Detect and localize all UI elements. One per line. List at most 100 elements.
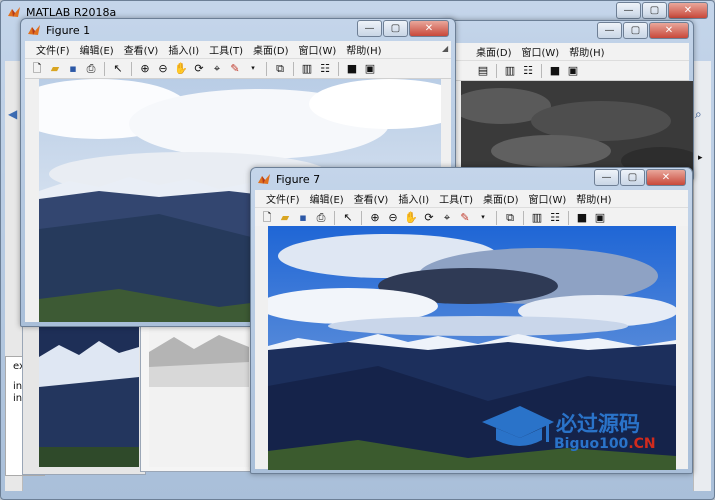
maximize-button[interactable]: ▢ <box>623 22 648 39</box>
main-chevron-icon[interactable]: ▸ <box>698 153 703 163</box>
main-window-title: MATLAB R2018a <box>26 5 117 19</box>
save-icon[interactable]: ▪ <box>65 61 81 77</box>
link-plot-icon[interactable]: ⧉ <box>502 210 518 226</box>
pan-icon[interactable]: ✋ <box>403 210 419 226</box>
legend-icon[interactable]: ☷ <box>520 63 536 79</box>
new-figure-icon[interactable]: 🗋 <box>29 61 45 77</box>
data-cursor-icon[interactable]: ⌖ <box>209 61 225 77</box>
hide-tools-icon[interactable]: ■ <box>547 63 563 79</box>
menu-help[interactable]: 帮助(H) <box>341 42 386 57</box>
menu-desktop[interactable]: 桌面(D) <box>478 191 524 206</box>
main-back-arrow-icon[interactable]: ◀ <box>8 107 17 121</box>
main-caption-buttons: — ▢ ✕ <box>616 2 708 19</box>
brush-icon[interactable]: ✎ <box>227 61 243 77</box>
brush-dropdown-icon[interactable]: ▾ <box>475 210 491 226</box>
menu-insert[interactable]: 插入(I) <box>393 191 434 206</box>
menu-desktop[interactable]: 桌面(D) <box>471 44 517 59</box>
edit-plot-icon[interactable]: ↖ <box>110 61 126 77</box>
brush-dropdown-icon[interactable]: ▾ <box>245 61 261 77</box>
maximize-icon: ▢ <box>390 23 401 34</box>
menu-tools[interactable]: 工具(T) <box>434 191 478 206</box>
main-search-icon[interactable]: ⌕ <box>695 107 702 122</box>
menu-edit[interactable]: 编辑(E) <box>305 191 349 206</box>
menu-edit[interactable]: 编辑(E) <box>75 42 119 57</box>
rotate-3d-icon[interactable]: ⟳ <box>191 61 207 77</box>
maximize-icon: ▢ <box>630 25 641 36</box>
watermark: 必过源码 Biguo100.CN <box>482 404 682 464</box>
dock-icon[interactable]: ▣ <box>362 61 378 77</box>
new-figure-icon[interactable]: 🗋 <box>259 210 275 226</box>
watermark-domain-suffix: .CN <box>628 436 656 452</box>
menu-window[interactable]: 窗口(W) <box>517 44 565 59</box>
save-icon[interactable]: ▪ <box>295 210 311 226</box>
menu-help[interactable]: 帮助(H) <box>564 44 609 59</box>
colorbar-icon[interactable]: ▥ <box>299 61 315 77</box>
zoom-in-icon[interactable]: ⊕ <box>367 210 383 226</box>
print-icon[interactable]: ⎙ <box>83 61 99 77</box>
edit-plot-icon[interactable]: ↖ <box>340 210 356 226</box>
minimize-icon: — <box>601 172 612 183</box>
lower-figure-middle <box>140 322 252 472</box>
print-icon[interactable]: ⎙ <box>313 210 329 226</box>
open-file-icon[interactable]: ▰ <box>47 61 63 77</box>
command-text-in-1: in <box>13 381 23 392</box>
menu-file[interactable]: 文件(F) <box>261 191 305 206</box>
maximize-icon: ▢ <box>627 172 638 183</box>
maximize-button[interactable]: ▢ <box>383 20 408 37</box>
legend-icon[interactable]: ☷ <box>317 61 333 77</box>
colorbar-icon[interactable]: ▥ <box>529 210 545 226</box>
close-button[interactable]: ✕ <box>409 20 449 37</box>
print-preview-icon[interactable]: ▤ <box>475 63 491 79</box>
hide-tools-icon[interactable]: ■ <box>574 210 590 226</box>
minimize-button[interactable]: — <box>357 20 382 37</box>
graduation-cap-logo <box>482 406 554 446</box>
close-button[interactable]: ✕ <box>646 169 686 186</box>
data-cursor-icon[interactable]: ⌖ <box>439 210 455 226</box>
close-button[interactable]: ✕ <box>668 2 708 19</box>
back-caption-buttons: — ▢ ✕ <box>597 22 689 39</box>
grayscale-image <box>461 81 693 179</box>
faded-image <box>149 327 249 467</box>
menu-desktop[interactable]: 桌面(D) <box>248 42 294 57</box>
link-plot-icon[interactable]: ⧉ <box>272 61 288 77</box>
maximize-button[interactable]: ▢ <box>642 2 667 19</box>
dock-icon[interactable]: ▣ <box>592 210 608 226</box>
minimize-button[interactable]: — <box>616 2 641 19</box>
figure7-caption-buttons: — ▢ ✕ <box>594 169 686 186</box>
maximize-icon: ▢ <box>649 5 660 16</box>
menubar-dock-arrow-icon[interactable]: ◢ <box>442 44 448 53</box>
brush-icon[interactable]: ✎ <box>457 210 473 226</box>
pan-icon[interactable]: ✋ <box>173 61 189 77</box>
zoom-out-icon[interactable]: ⊖ <box>155 61 171 77</box>
zoom-out-icon[interactable]: ⊖ <box>385 210 401 226</box>
figure1-title: Figure 1 <box>46 23 91 37</box>
close-icon: ✕ <box>424 23 434 34</box>
menu-help[interactable]: 帮助(H) <box>571 191 616 206</box>
menu-view[interactable]: 查看(V) <box>119 42 164 57</box>
menu-tools[interactable]: 工具(T) <box>204 42 248 57</box>
close-icon: ✕ <box>661 172 671 183</box>
menu-window[interactable]: 窗口(W) <box>294 42 342 57</box>
open-file-icon[interactable]: ▰ <box>277 210 293 226</box>
menu-insert[interactable]: 插入(I) <box>163 42 204 57</box>
menu-window[interactable]: 窗口(W) <box>524 191 572 206</box>
close-button[interactable]: ✕ <box>649 22 689 39</box>
main-right-panel <box>693 61 711 491</box>
figure1-toolbar: 🗋 ▰ ▪ ⎙ ↖ ⊕ ⊖ ✋ ⟳ ⌖ ✎ ▾ ⧉ ▥ ☷ ■ ▣ <box>25 59 451 79</box>
matlab-logo-icon <box>258 174 270 184</box>
figure-window-back: — ▢ ✕ 桌面(D) 窗口(W) 帮助(H) ▤ ▥ ☷ ■ ▣ <box>440 20 694 180</box>
dock-icon[interactable]: ▣ <box>565 63 581 79</box>
mountain-image-small <box>39 327 139 467</box>
close-icon: ✕ <box>664 25 674 36</box>
rotate-3d-icon[interactable]: ⟳ <box>421 210 437 226</box>
minimize-button[interactable]: — <box>597 22 622 39</box>
zoom-in-icon[interactable]: ⊕ <box>137 61 153 77</box>
legend-icon[interactable]: ☷ <box>547 210 563 226</box>
back-toolbar: ▤ ▥ ☷ ■ ▣ <box>445 61 689 81</box>
colorbar-icon[interactable]: ▥ <box>502 63 518 79</box>
maximize-button[interactable]: ▢ <box>620 169 645 186</box>
minimize-button[interactable]: — <box>594 169 619 186</box>
menu-file[interactable]: 文件(F) <box>31 42 75 57</box>
menu-view[interactable]: 查看(V) <box>349 191 394 206</box>
hide-tools-icon[interactable]: ■ <box>344 61 360 77</box>
